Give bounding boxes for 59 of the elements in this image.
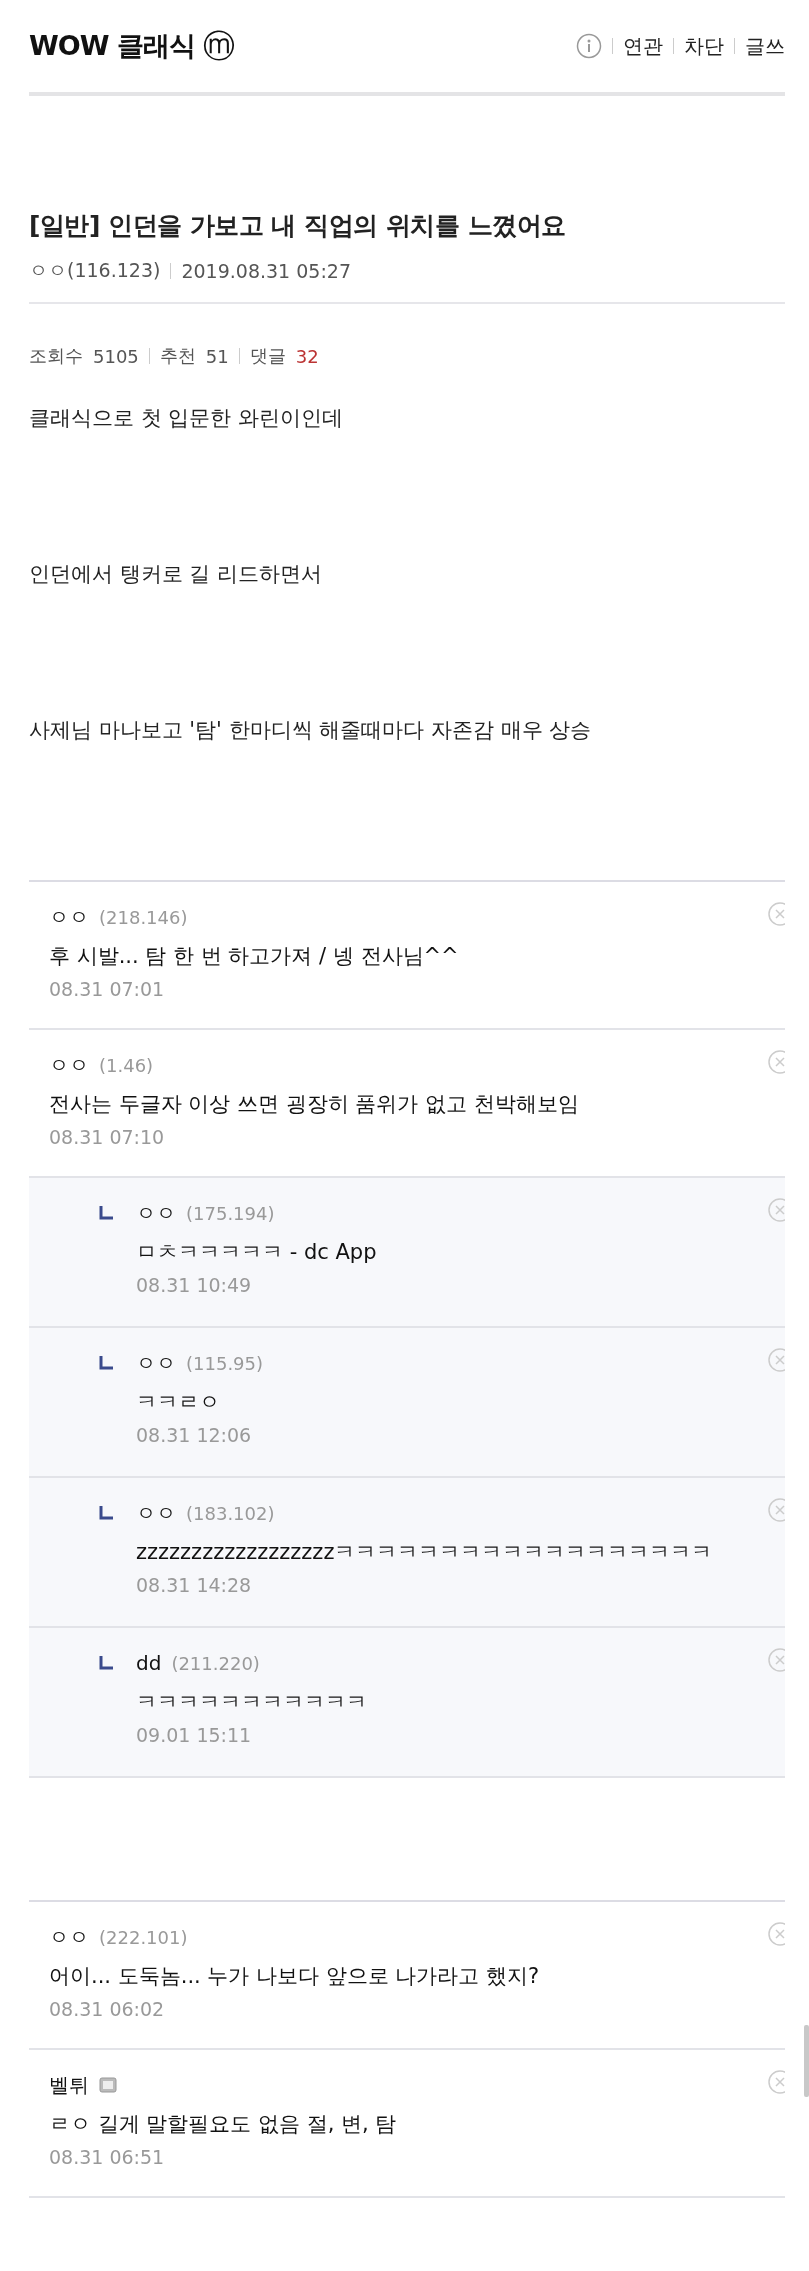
comment-date: 08.31 10:49: [136, 1274, 253, 1296]
header-link[interactable]: 연관: [623, 32, 663, 60]
close-icon[interactable]: [767, 1922, 785, 1946]
post-author[interactable]: ㅇㅇ(116.123): [29, 258, 161, 284]
close-icon[interactable]: [767, 1050, 785, 1074]
post-paragraph: 인던에서 탱커로 길 리드하면서: [29, 561, 324, 588]
stat-value: 32: [295, 345, 319, 367]
comment-author[interactable]: 벨튀: [49, 2071, 89, 2099]
close-icon[interactable]: [767, 1198, 785, 1222]
comment-ip: (183.102): [186, 1502, 275, 1524]
info-icon[interactable]: [576, 33, 602, 59]
close-icon[interactable]: [767, 1348, 785, 1372]
stat-label: 추천: [159, 344, 196, 368]
comment-date: 09.01 15:11: [136, 1724, 253, 1746]
scrollbar[interactable]: [804, 2025, 809, 2097]
comment-author[interactable]: ㅇㅇ: [136, 1349, 176, 1377]
comment-date: 08.31 14:28: [136, 1574, 253, 1596]
post-paragraph: 클래식으로 첫 입문한 와린이인데: [29, 405, 345, 432]
post-paragraph: 사제님 마나보고 '탐' 한마디씩 해줄때마다 자존감 매우 상승: [29, 717, 593, 744]
comment-ip: (175.194): [186, 1202, 275, 1224]
post-title: [일반] 인던을 가보고 내 직업의 위치를 느꼈어요: [29, 210, 567, 242]
comment-date: 08.31 07:01: [49, 978, 166, 1000]
comment-ip: (1.46): [99, 1054, 154, 1076]
comment-text: 전사는 두글자 이상 쓰면 굉장히 품위가 없고 천박해보임: [49, 1091, 580, 1118]
stat-value: 51: [205, 345, 229, 367]
comment-author[interactable]: ㅇㅇ: [136, 1499, 176, 1527]
mobile-mark: ⓜ: [202, 30, 235, 62]
comment-ip: (222.101): [99, 1926, 188, 1948]
stat-label: 조회수: [29, 344, 83, 368]
close-icon[interactable]: [767, 2070, 785, 2094]
comment-author[interactable]: ㅇㅇ: [49, 1051, 89, 1079]
close-icon[interactable]: [767, 1648, 785, 1672]
comment-date: 08.31 07:10: [49, 1126, 166, 1148]
stat-value: 5105: [93, 345, 139, 367]
post-date: 2019.08.31 05:27: [181, 260, 351, 282]
stat-label: 댓글: [249, 344, 286, 368]
nickname-icon: [99, 2077, 117, 2093]
comment-author[interactable]: dd: [136, 1651, 162, 1675]
site-title[interactable]: WOW 클래식: [29, 28, 195, 64]
comment-text: ㄹㅇ 길게 말할필요도 없음 절, 변, 탐: [49, 2111, 398, 2138]
comment-text: ㅁㅊㅋㅋㅋㅋㅋ - dc App: [136, 1239, 378, 1266]
comment-author[interactable]: ㅇㅇ: [49, 903, 89, 931]
comment-author[interactable]: ㅇㅇ: [136, 1199, 176, 1227]
comment-author[interactable]: ㅇㅇ: [49, 1923, 89, 1951]
comment-text: ㅋㅋㄹㅇ: [136, 1389, 221, 1416]
comment-text: zzzzzzzzzzzzzzzzzzㅋㅋㅋㅋㅋㅋㅋㅋㅋㅋㅋㅋㅋㅋㅋㅋㅋㅋ: [136, 1539, 714, 1566]
header-link[interactable]: 차단: [684, 32, 724, 60]
comment-ip: (218.146): [99, 906, 188, 928]
comment-ip: (115.95): [186, 1352, 264, 1374]
close-icon[interactable]: [767, 902, 785, 926]
comment-date: 08.31 06:02: [49, 1998, 166, 2020]
header-link[interactable]: 글쓰: [745, 32, 785, 60]
comment-text: 후 시발... 탐 한 번 하고가져 / 넹 전사님^^: [49, 943, 460, 970]
close-icon[interactable]: [767, 1498, 785, 1522]
comment-text: 어이... 도둑놈... 누가 나보다 앞으로 나가라고 했지?: [49, 1963, 541, 1990]
comment-text: ㅋㅋㅋㅋㅋㅋㅋㅋㅋㅋㅋ: [136, 1689, 368, 1716]
comment-ip: (211.220): [171, 1652, 260, 1674]
comment-date: 08.31 12:06: [136, 1424, 253, 1446]
comment-date: 08.31 06:51: [49, 2146, 166, 2168]
